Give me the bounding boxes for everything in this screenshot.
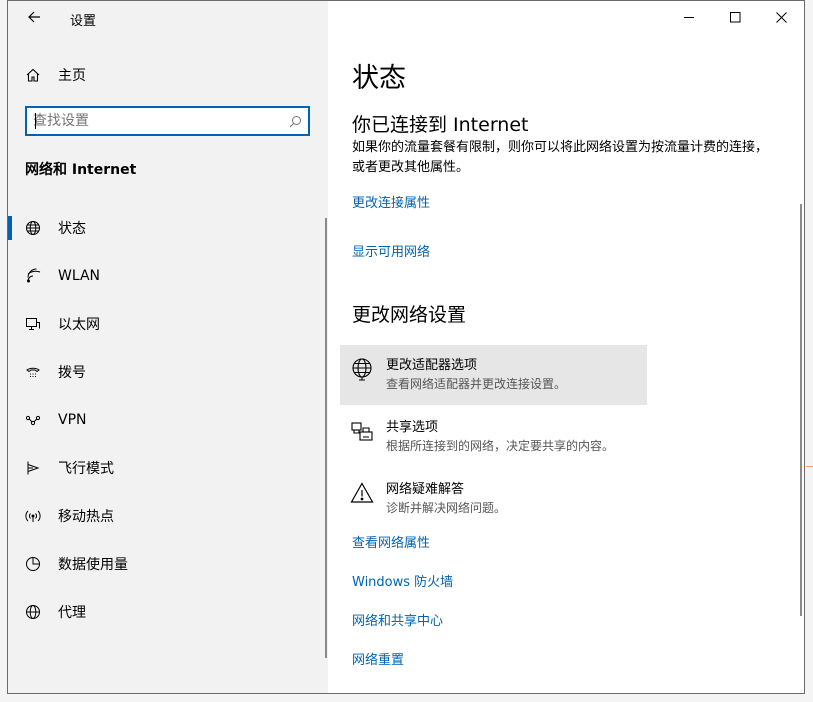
arrow-left-icon <box>27 9 41 28</box>
network-troubleshooter[interactable]: 网络疑难解答 诊断并解决网络问题。 <box>340 469 647 529</box>
desktop-background <box>806 0 813 702</box>
option-title: 共享选项 <box>386 420 439 435</box>
maximize-icon <box>729 8 741 27</box>
connected-heading: 你已连接到 Internet <box>352 114 529 136</box>
warning-triangle-icon <box>350 481 374 505</box>
sidebar-item-label: 飞行模式 <box>58 461 114 477</box>
close-button[interactable] <box>758 1 804 33</box>
search-box <box>25 106 310 136</box>
back-button[interactable] <box>18 3 50 33</box>
sidebar-item-label: 移动热点 <box>58 509 114 525</box>
sidebar-item-label: WLAN <box>58 268 101 284</box>
window-title: 设置 <box>70 14 97 29</box>
option-subtitle: 根据所连接到的网络，决定要共享的内容。 <box>386 439 615 453</box>
vpn-icon <box>18 412 48 428</box>
sidebar-item-proxy[interactable]: 代理 <box>8 588 318 636</box>
main-content: 状态 你已连接到 Internet 如果你的流量套餐有限制，则你可以将此网络设置… <box>328 1 804 693</box>
sidebar-item-mobile-hotspot[interactable]: 移动热点 <box>8 492 318 540</box>
sidebar-scrollbar[interactable] <box>325 218 327 658</box>
show-available-networks-link[interactable]: 显示可用网络 <box>352 241 430 260</box>
sidebar-item-home[interactable]: 主页 <box>18 59 86 91</box>
ethernet-icon <box>18 316 48 332</box>
sidebar-item-dialup[interactable]: 拨号 <box>8 348 318 396</box>
data-usage-icon <box>18 556 48 572</box>
sidebar-item-data-usage[interactable]: 数据使用量 <box>8 540 318 588</box>
airplane-icon <box>18 460 48 476</box>
home-label: 主页 <box>58 68 86 84</box>
sidebar-item-wlan[interactable]: WLAN <box>8 252 318 300</box>
network-sharing-center-link[interactable]: 网络和共享中心 <box>352 610 443 629</box>
sidebar-item-ethernet[interactable]: 以太网 <box>8 300 318 348</box>
view-network-properties-link[interactable]: 查看网络属性 <box>352 532 430 551</box>
sidebar-item-label: 数据使用量 <box>58 557 128 573</box>
sidebar-item-airplane-mode[interactable]: 飞行模式 <box>8 444 318 492</box>
windows-firewall-link[interactable]: Windows 防火墙 <box>352 571 453 590</box>
hotspot-icon <box>18 508 48 524</box>
close-icon <box>775 8 787 27</box>
sidebar: 设置 主页 网络和 Internet 状态 <box>8 1 328 693</box>
minimize-icon <box>683 8 695 27</box>
desktop-accent-line <box>806 466 813 467</box>
wifi-icon <box>18 268 48 284</box>
adapter-globe-icon <box>350 357 374 381</box>
settings-window: 设置 主页 网络和 Internet 状态 <box>7 0 805 694</box>
search-input[interactable] <box>27 108 282 134</box>
text-cursor <box>35 113 36 129</box>
option-subtitle: 查看网络适配器并更改连接设置。 <box>386 377 567 391</box>
main-scrollbar[interactable] <box>800 204 802 616</box>
window-controls <box>666 1 804 33</box>
globe-icon <box>18 220 48 236</box>
sidebar-item-label: 拨号 <box>58 365 86 381</box>
sidebar-nav: 状态 WLAN 以太网 拨号 VPN 飞行模式 移动热点 数据使用量 代理 <box>8 204 318 636</box>
option-title: 更改适配器选项 <box>386 358 478 373</box>
network-reset-link[interactable]: 网络重置 <box>352 649 404 668</box>
sidebar-item-label: 代理 <box>58 605 86 621</box>
change-connection-properties-link[interactable]: 更改连接属性 <box>352 192 430 211</box>
sharing-options[interactable]: 共享选项 根据所连接到的网络，决定要共享的内容。 <box>340 407 647 467</box>
proxy-globe-icon <box>18 604 48 620</box>
sidebar-item-label: 状态 <box>58 221 86 237</box>
section-title: 网络和 Internet <box>25 162 137 178</box>
search-icon[interactable] <box>282 115 308 128</box>
change-network-settings-heading: 更改网络设置 <box>352 304 467 326</box>
connected-description: 如果你的流量套餐有限制，则你可以将此网络设置为按流量计费的连接，或者更改其他属性… <box>352 140 769 175</box>
dialup-icon <box>18 364 48 380</box>
change-adapter-options[interactable]: 更改适配器选项 查看网络适配器并更改连接设置。 <box>340 345 647 405</box>
option-title: 网络疑难解答 <box>386 482 465 497</box>
sharing-printer-icon <box>350 419 374 443</box>
page-title: 状态 <box>352 63 406 94</box>
minimize-button[interactable] <box>666 1 712 33</box>
sidebar-item-label: 以太网 <box>58 317 100 333</box>
sidebar-item-label: VPN <box>58 412 87 428</box>
option-subtitle: 诊断并解决网络问题。 <box>386 501 507 515</box>
sidebar-item-vpn[interactable]: VPN <box>8 396 318 444</box>
home-icon <box>18 67 48 83</box>
maximize-button[interactable] <box>712 1 758 33</box>
sidebar-item-status[interactable]: 状态 <box>8 204 318 252</box>
